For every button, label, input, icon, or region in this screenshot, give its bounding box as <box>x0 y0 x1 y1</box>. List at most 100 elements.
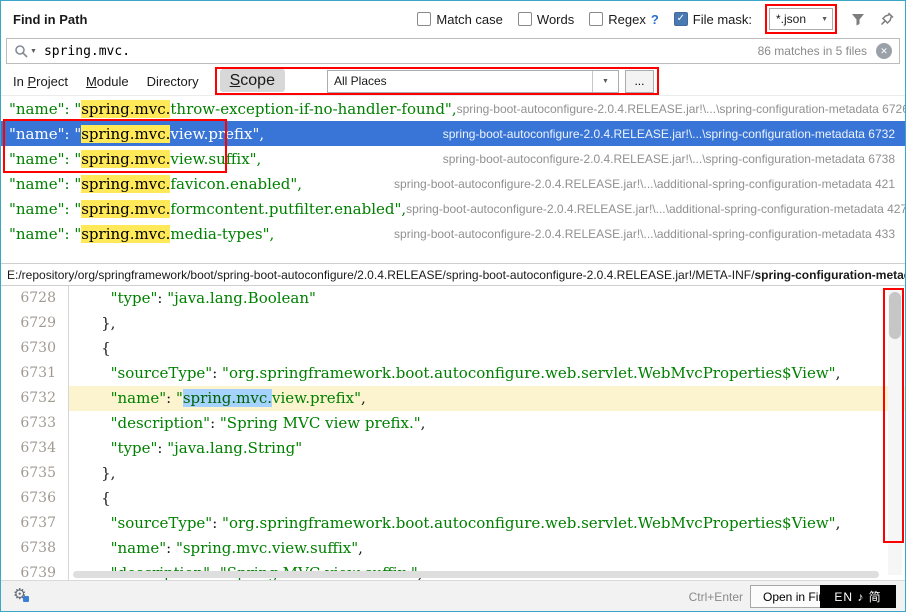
match-case-label: Match case <box>436 12 502 27</box>
result-text: "name": "spring.mvc.view.prefix", <box>9 125 264 143</box>
code-preview[interactable]: 6728 "type": "java.lang.Boolean"6729 },6… <box>1 286 905 580</box>
chevron-down-icon: ▼ <box>817 16 832 23</box>
code-match-highlight: spring.mvc. <box>183 389 272 407</box>
result-row[interactable]: "name": "spring.mvc.formcontent.putfilte… <box>1 196 905 221</box>
line-number: 6739 <box>1 561 69 580</box>
line-number: 6738 <box>1 536 69 561</box>
option-match-case[interactable]: Match case <box>417 12 502 27</box>
match-case-checkbox[interactable] <box>417 12 431 26</box>
code-text: "type": "java.lang.Boolean" <box>69 286 905 311</box>
code-token <box>82 539 111 557</box>
code-token: , <box>836 514 841 532</box>
line-number: 6732 <box>1 386 69 411</box>
result-row[interactable]: "name": "spring.mvc.favicon.enabled", spr… <box>1 171 905 196</box>
result-text: "name": "spring.mvc.favicon.enabled", <box>9 175 302 193</box>
search-icon[interactable]: ▼ <box>14 44 37 58</box>
horizontal-scrollbar[interactable] <box>73 571 879 578</box>
code-text: "sourceType": "org.springframework.boot.… <box>69 361 905 386</box>
scope-tab-module[interactable]: Module <box>86 74 129 89</box>
option-regex[interactable]: Regex? <box>589 12 659 27</box>
scrollbar-thumb[interactable] <box>889 292 901 339</box>
option-words[interactable]: Words <box>518 12 574 27</box>
code-line: 6735 }, <box>1 461 905 486</box>
file-mask-checkbox[interactable]: ✓ <box>674 12 688 26</box>
result-match-highlight: spring.mvc. <box>81 125 170 143</box>
close-icon[interactable]: ✕ <box>876 43 892 59</box>
scope-tab-directory[interactable]: Directory <box>147 74 199 89</box>
code-token <box>82 289 111 307</box>
result-suffix: view.suffix", <box>170 150 261 168</box>
browse-scopes-button[interactable]: ... <box>625 70 654 93</box>
code-token: : <box>157 439 167 457</box>
code-token: "spring.mvc.view.suffix" <box>176 539 358 557</box>
code-token: : <box>166 539 176 557</box>
code-line: 6732 "name": "spring.mvc.view.prefix", <box>1 386 905 411</box>
code-token: " <box>176 389 183 407</box>
result-row[interactable]: "name": "spring.mvc.media-types",spring-… <box>1 221 905 246</box>
shortcut-hint: Ctrl+Enter <box>689 590 743 604</box>
search-field[interactable]: ▼ 86 matches in 5 files ✕ <box>6 38 900 64</box>
scope-bar: In Project Module Directory Scope All Plac… <box>1 67 905 96</box>
result-text: "name": "spring.mvc.throw-exception-if-n… <box>9 100 457 118</box>
scope-value: All Places <box>334 74 387 88</box>
code-token: : <box>210 414 220 432</box>
code-token: , <box>421 414 426 432</box>
gear-icon[interactable]: ⚙ <box>13 587 26 602</box>
result-suffix: view.prefix", <box>170 125 264 143</box>
result-row[interactable]: "name": "spring.mvc.throw-exception-if-n… <box>1 96 905 121</box>
vertical-scrollbar[interactable] <box>888 289 902 575</box>
code-token: , <box>361 389 366 407</box>
result-location: spring-boot-autoconfigure-2.0.4.RELEASE.… <box>394 177 895 191</box>
scope-tab-in-project[interactable]: In Project <box>13 74 68 89</box>
file-mask-label: File mask: <box>693 12 752 27</box>
result-location: spring-boot-autoconfigure-2.0.4.RELEASE.… <box>443 152 895 166</box>
result-match-highlight: spring.mvc. <box>81 100 170 118</box>
pin-icon[interactable] <box>879 11 895 27</box>
file-mask-combo[interactable]: *.json ▼ <box>769 8 833 30</box>
code-token: , <box>358 539 363 557</box>
code-token: "org.springframework.boot.autoconfigure.… <box>222 514 836 532</box>
footer-bar: ⚙ Ctrl+Enter Open in Fin EN ♪ 简 <box>1 580 905 611</box>
code-token: : <box>212 514 222 532</box>
code-token: "name" <box>111 539 167 557</box>
code-token <box>82 414 111 432</box>
search-input[interactable] <box>44 44 344 59</box>
code-line: 6729 }, <box>1 311 905 336</box>
combo-arrow[interactable]: ▼ <box>592 71 618 92</box>
code-token: }, <box>82 464 115 482</box>
result-row[interactable]: "name": "spring.mvc.view.suffix",spring-… <box>1 146 905 171</box>
scope-combo[interactable]: All Places ▼ <box>327 70 619 93</box>
dialog-header: Find in Path Match case Words Regex? ✓ File … <box>1 1 905 37</box>
filter-icon[interactable] <box>850 11 866 27</box>
regex-help-link[interactable]: ? <box>651 12 659 27</box>
code-line: 6733 "description": "Spring MVC view pre… <box>1 411 905 436</box>
option-file-mask[interactable]: ✓ File mask: <box>674 12 752 27</box>
scope-tab-scope[interactable]: Scope <box>220 69 285 92</box>
code-token: "java.lang.String" <box>167 439 302 457</box>
result-suffix: favicon.enabled", <box>170 175 302 193</box>
code-text: "description": "Spring MVC view prefix."… <box>69 411 905 436</box>
dialog-title: Find in Path <box>13 12 87 27</box>
result-location: spring-boot-autoconfigure-2.0.4.RELEASE.… <box>406 202 905 216</box>
code-token <box>82 364 111 382</box>
code-token <box>82 439 111 457</box>
code-token: }, <box>82 314 115 332</box>
code-token: view.prefix" <box>272 389 361 407</box>
words-checkbox[interactable] <box>518 12 532 26</box>
regex-checkbox[interactable] <box>589 12 603 26</box>
code-line: 6731 "sourceType": "org.springframework.… <box>1 361 905 386</box>
code-text: "name": "spring.mvc.view.suffix", <box>69 536 905 561</box>
result-row[interactable]: "name": "spring.mvc.view.prefix",spring-… <box>1 121 905 146</box>
result-suffix: media-types", <box>170 225 274 243</box>
toolbar: Match case Words Regex? ✓ File mask: *.json … <box>417 4 895 34</box>
code-line: 6738 "name": "spring.mvc.view.suffix", <box>1 536 905 561</box>
result-match-highlight: spring.mvc. <box>81 225 170 243</box>
chevron-down-icon: ▼ <box>30 48 37 55</box>
annotation-rect-scope: Scope All Places ▼ ... <box>215 67 659 95</box>
result-prefix: "name": " <box>9 125 81 143</box>
result-prefix: "name": " <box>9 175 81 193</box>
code-text: { <box>69 336 905 361</box>
annotation-rect-file-mask: *.json ▼ <box>765 4 837 34</box>
code-token: "type" <box>111 289 158 307</box>
code-text: }, <box>69 461 905 486</box>
